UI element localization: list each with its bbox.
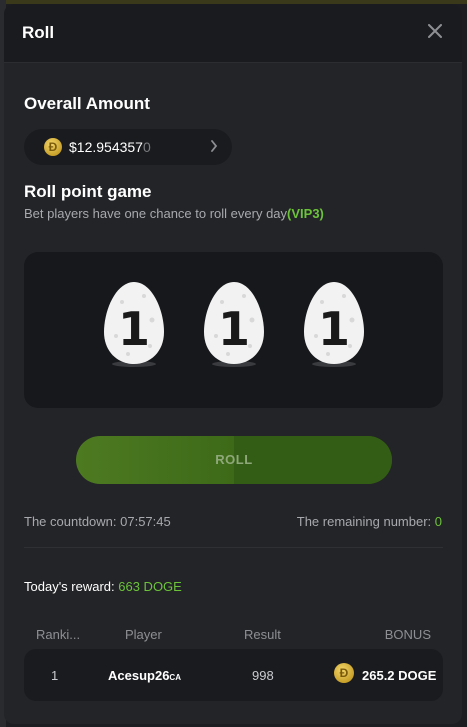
bonus-cell: 265.2 DOGE [362, 668, 437, 683]
close-button[interactable] [422, 18, 448, 44]
modal-header: Roll [4, 4, 462, 63]
table-row: 1 Acesup26CA 998 Ð 265.2 DOGE [24, 649, 443, 701]
doge-coin-icon: Ð [44, 138, 62, 156]
player-cell: Acesup26CA [108, 668, 181, 683]
dice-value: 1 [317, 302, 350, 356]
modal-title: Roll [22, 23, 55, 42]
column-header-result: Result [244, 627, 281, 642]
result-cell: 998 [252, 668, 274, 683]
dice-panel: 1 1 1 [24, 252, 443, 408]
roll-button-label: ROLL [215, 452, 253, 467]
roll-game-heading: Roll point game [24, 182, 152, 201]
column-header-bonus: BONUS [384, 627, 431, 642]
roll-game-subtitle: Bet players have one chance to roll ever… [24, 206, 324, 221]
doge-coin-icon: Ð [334, 663, 354, 683]
countdown: The countdown: 07:57:45 [24, 514, 171, 529]
dice-value: 1 [217, 302, 250, 356]
roll-button[interactable]: ROLL [76, 436, 392, 484]
overall-amount-heading: Overall Amount [24, 94, 150, 113]
chevron-right-icon [211, 140, 218, 152]
dice-egg-1: 1 [102, 280, 166, 368]
column-header-rank: Ranki... [36, 627, 81, 642]
todays-reward: Today's reward: 663 DOGE [24, 579, 182, 594]
remaining-number: The remaining number: 0 [296, 514, 442, 529]
roll-modal: Roll Overall Amount Ð $12.9543570 Roll p… [4, 4, 462, 724]
overall-amount-selector[interactable]: Ð $12.9543570 [24, 129, 232, 165]
column-header-player: Player [125, 627, 162, 642]
vip-level: (VIP3) [287, 206, 324, 221]
dice-value: 1 [117, 302, 150, 356]
divider [24, 547, 443, 548]
dice-egg-3: 1 [302, 280, 366, 368]
close-icon [428, 24, 442, 38]
overall-amount-value: $12.9543570 [69, 139, 151, 155]
dice-egg-2: 1 [202, 280, 266, 368]
rank-cell: 1 [51, 668, 59, 683]
